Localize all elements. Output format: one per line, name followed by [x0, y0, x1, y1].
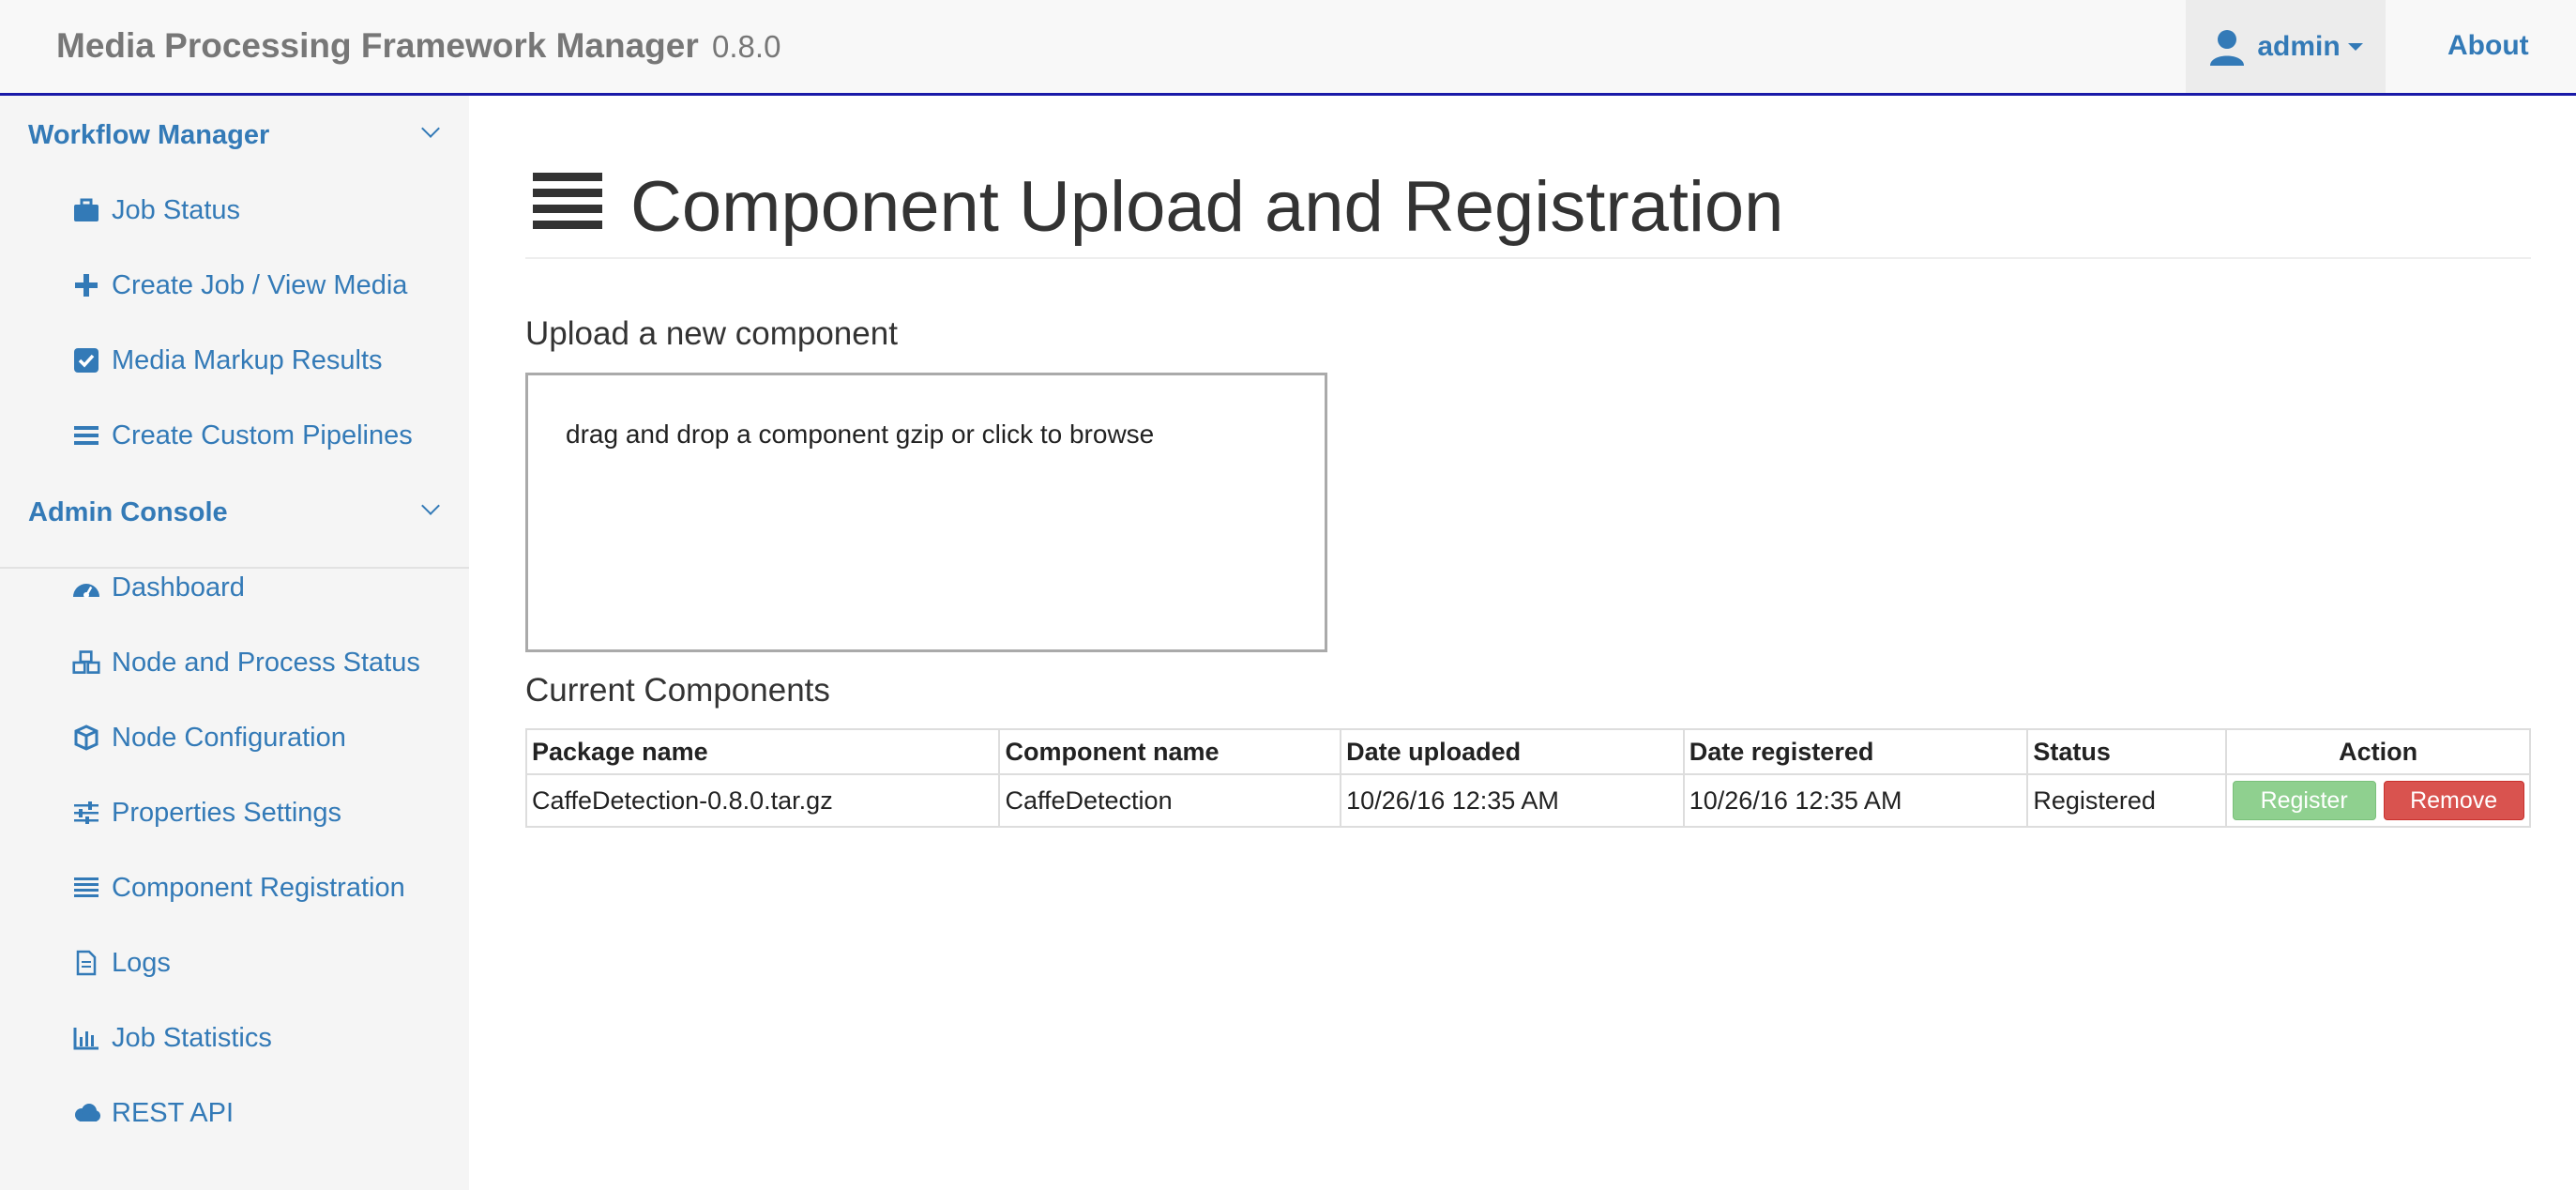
column-header[interactable]: Status: [2026, 728, 2228, 775]
check-square-icon: [72, 346, 100, 374]
sidebar-item-create-job[interactable]: Create Job / View Media: [72, 267, 407, 304]
current-components-heading: Current Components: [525, 672, 830, 709]
sidebar-item-label: REST API: [112, 1097, 235, 1128]
sidebar-item-label: Dashboard: [112, 572, 245, 603]
sidebar-item-dashboard[interactable]: Dashboard: [72, 569, 245, 606]
page-title: Component Upload and Registration: [533, 160, 1783, 253]
chevron-down-icon[interactable]: [421, 119, 440, 138]
component-dropzone[interactable]: drag and drop a component gzip or click …: [525, 373, 1327, 652]
table-row: CaffeDetection-0.8.0.tar.gz CaffeDetecti…: [524, 773, 2531, 828]
sidebar-item-label: Component Registration: [112, 872, 405, 903]
sidebar: Workflow Manager Job Status Create Job /…: [0, 96, 469, 1190]
sidebar-item-job-status[interactable]: Job Status: [72, 191, 240, 229]
column-header[interactable]: Package name: [524, 728, 1001, 775]
cube-icon: [72, 724, 100, 752]
username: admin: [2257, 30, 2341, 62]
sidebar-item-label: Create Job / View Media: [112, 269, 408, 300]
sidebar-item-label: Logs: [112, 947, 171, 978]
sidebar-item-component-registration[interactable]: Component Registration: [72, 869, 405, 907]
briefcase-icon: [72, 196, 100, 224]
app-title: Media Processing Framework Manager: [56, 26, 699, 65]
action-cell: Register Remove: [2225, 773, 2531, 828]
sidebar-item-label: Job Status: [112, 194, 241, 225]
user-icon: [2210, 29, 2245, 66]
package-name-cell: CaffeDetection-0.8.0.tar.gz: [524, 773, 1001, 828]
sidebar-item-job-statistics[interactable]: Job Statistics: [72, 1019, 272, 1057]
sidebar-item-label: Properties Settings: [112, 797, 342, 828]
dashboard-icon: [72, 573, 100, 602]
sidebar-section-workflow-manager[interactable]: Workflow Manager: [28, 120, 269, 151]
about-link[interactable]: About: [2447, 30, 2529, 62]
app-brand[interactable]: Media Processing Framework Manager 0.8.0: [56, 26, 780, 66]
list-icon: [72, 874, 100, 902]
column-header[interactable]: Component name: [998, 728, 1342, 775]
components-table: Package name Component name Date uploade…: [524, 728, 2531, 828]
table-header-row: Package name Component name Date uploade…: [524, 728, 2531, 775]
date-uploaded-cell: 10/26/16 12:35 AM: [1340, 773, 1685, 828]
user-menu-dropdown[interactable]: admin: [2186, 0, 2386, 93]
page-title-text: Component Upload and Registration: [630, 166, 1784, 247]
cubes-icon: [72, 648, 100, 677]
sidebar-item-label: Node and Process Status: [112, 647, 420, 678]
dropzone-text: drag and drop a component gzip or click …: [566, 420, 1155, 449]
sidebar-item-label: Media Markup Results: [112, 344, 383, 375]
sidebar-item-label: Node Configuration: [112, 722, 346, 753]
sidebar-item-rest-api[interactable]: REST API: [72, 1094, 234, 1132]
bar-chart-icon: [72, 1024, 100, 1052]
sidebar-item-label: Create Custom Pipelines: [112, 420, 413, 450]
sidebar-item-node-and-process-status[interactable]: Node and Process Status: [72, 644, 420, 681]
list-icon: [72, 421, 100, 450]
column-header: Action: [2225, 728, 2531, 775]
remove-button[interactable]: Remove: [2383, 781, 2524, 820]
component-name-cell: CaffeDetection: [998, 773, 1342, 828]
sidebar-item-label: Job Statistics: [112, 1022, 272, 1053]
status-cell: Registered: [2026, 773, 2228, 828]
sidebar-item-node-configuration[interactable]: Node Configuration: [72, 719, 346, 756]
upload-heading: Upload a new component: [525, 315, 898, 352]
plus-icon: [72, 271, 100, 299]
register-button[interactable]: Register: [2232, 781, 2376, 820]
list-icon: [533, 166, 602, 248]
column-header[interactable]: Date registered: [1682, 728, 2029, 775]
app-version: 0.8.0: [712, 29, 781, 64]
sidebar-item-create-custom-pipelines[interactable]: Create Custom Pipelines: [72, 417, 413, 454]
cloud-icon: [72, 1099, 100, 1127]
sidebar-item-logs[interactable]: Logs: [72, 944, 171, 982]
sliders-icon: [72, 799, 100, 827]
sidebar-section-admin-console[interactable]: Admin Console: [28, 497, 228, 528]
title-divider: [525, 257, 2531, 259]
sidebar-item-properties-settings[interactable]: Properties Settings: [72, 794, 341, 831]
sidebar-item-media-markup-results[interactable]: Media Markup Results: [72, 342, 383, 379]
date-registered-cell: 10/26/16 12:35 AM: [1682, 773, 2029, 828]
column-header[interactable]: Date uploaded: [1340, 728, 1685, 775]
chevron-down-icon[interactable]: [421, 496, 440, 515]
caret-down-icon: [2347, 42, 2363, 51]
file-icon: [72, 949, 100, 977]
top-navbar: Media Processing Framework Manager 0.8.0…: [0, 0, 2576, 96]
